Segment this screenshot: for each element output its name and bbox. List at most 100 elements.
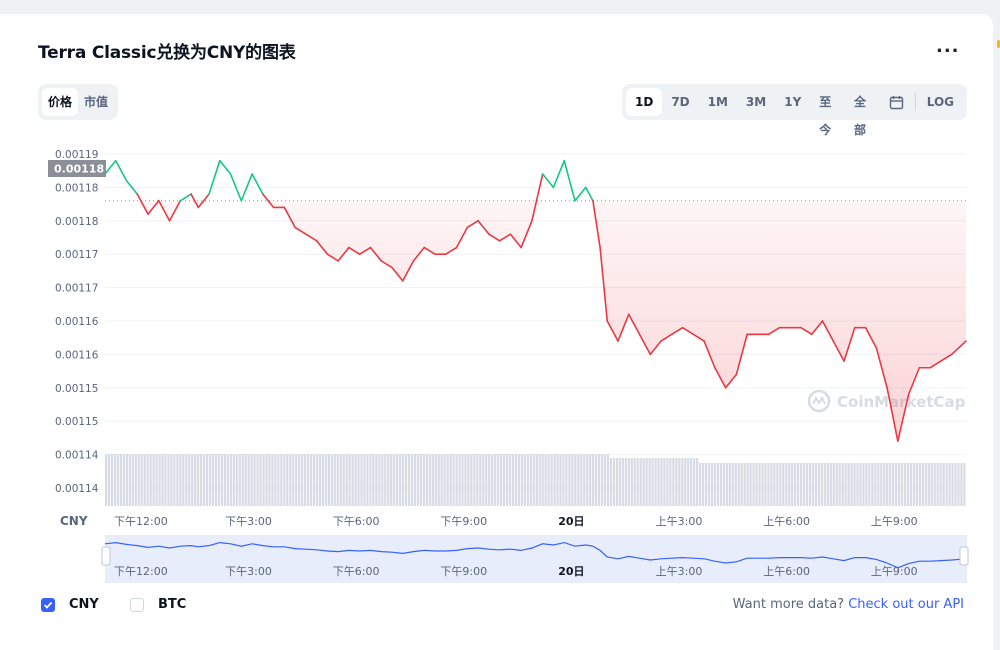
volume-bar [416, 454, 420, 506]
volume-bar [826, 463, 829, 506]
volume-bar [832, 463, 835, 506]
price-segment [219, 159, 232, 175]
legend-cny[interactable]: CNY [41, 597, 99, 612]
volume-bar [384, 454, 387, 506]
volume-bar [321, 454, 325, 506]
volume-bar [485, 454, 488, 506]
volume-bar [895, 463, 898, 506]
volume-bar [746, 463, 749, 506]
volume-bar [119, 454, 123, 506]
volume-bar [606, 454, 610, 506]
volume-bar [862, 463, 865, 506]
volume-bar [179, 454, 182, 506]
volume-bar [630, 458, 633, 506]
volume-bar [425, 454, 428, 506]
volume-bar [461, 454, 464, 506]
volume-bar [850, 463, 853, 506]
volume-bar [535, 454, 538, 506]
volume-bar [396, 454, 399, 506]
x-tick-label: 20日 [558, 515, 584, 528]
volume-bar [847, 463, 850, 506]
volume-bar [271, 454, 274, 506]
volume-bar [105, 454, 108, 506]
volume-bar [963, 463, 966, 506]
volume-bar [312, 454, 316, 506]
volume-bar [324, 454, 327, 506]
legend-btc[interactable]: BTC [130, 597, 186, 612]
navigator-tick-label: 下午3:00 [225, 565, 272, 578]
volume-bars [105, 454, 966, 506]
volume-bar [743, 463, 746, 506]
volume-bar [568, 454, 571, 506]
volume-bar [927, 463, 930, 506]
volume-bar [583, 454, 586, 506]
volume-bar [580, 454, 583, 506]
volume-bar [889, 463, 892, 506]
volume-bar [532, 454, 535, 506]
volume-bar [802, 463, 806, 506]
y-tick-label: 0.00117 [55, 249, 98, 261]
volume-bar [173, 454, 176, 506]
volume-bar [951, 463, 954, 506]
volume-bar [303, 454, 307, 506]
volume-bar [188, 454, 191, 506]
volume-bar [877, 463, 880, 506]
volume-bar [247, 454, 250, 506]
volume-bar [856, 463, 859, 506]
navigator-tick-label: 下午9:00 [440, 565, 487, 578]
volume-bar [229, 454, 232, 506]
x-tick-label: 下午12:00 [114, 515, 168, 528]
volume-bar [600, 454, 604, 506]
navigator-right-handle[interactable] [959, 546, 969, 566]
y-tick-label: 0.00117 [55, 283, 98, 295]
api-promo: Want more data? Check out our API [733, 597, 964, 612]
volume-bar [372, 454, 375, 506]
volume-bar [838, 463, 841, 506]
volume-bar [770, 463, 773, 506]
volume-bar [143, 454, 146, 506]
volume-bar [327, 454, 330, 506]
navigator-tick-label: 上午9:00 [871, 565, 918, 578]
volume-bar [345, 454, 348, 506]
volume-bar [880, 463, 883, 506]
volume-bar [823, 463, 826, 506]
volume-bar [758, 463, 761, 506]
volume-bar [592, 454, 595, 506]
volume-bar [381, 454, 384, 506]
volume-bar [348, 454, 351, 506]
volume-bar [494, 454, 497, 506]
volume-bar [942, 463, 945, 506]
volume-bar [544, 454, 547, 506]
volume-bar [315, 454, 319, 506]
volume-bar [280, 454, 283, 506]
volume-bar [185, 454, 188, 506]
api-link[interactable]: Check out our API [848, 597, 964, 612]
volume-bar [318, 454, 322, 506]
checkbox-checked-icon[interactable] [41, 597, 55, 612]
volume-bar [752, 463, 755, 506]
volume-bar [577, 454, 580, 506]
volume-bar [268, 454, 271, 506]
volume-bar [571, 454, 574, 506]
volume-bar [131, 454, 134, 506]
volume-bar [740, 463, 743, 506]
navigator-left-handle[interactable] [101, 546, 111, 566]
volume-bar [886, 463, 889, 506]
volume-bar [553, 454, 556, 506]
volume-bar [375, 454, 378, 506]
price-segment [104, 159, 117, 175]
volume-bar [205, 454, 209, 506]
volume-bar [452, 454, 455, 506]
volume-bar [122, 454, 126, 506]
volume-bar [767, 463, 770, 506]
volume-bar [107, 454, 111, 506]
volume-bar [892, 463, 895, 506]
volume-bar [223, 454, 226, 506]
volume-bar [369, 454, 372, 506]
checkbox-unchecked-icon[interactable] [130, 597, 144, 612]
volume-bar [701, 463, 705, 506]
volume-bar [559, 454, 562, 506]
volume-bar [960, 463, 963, 506]
volume-bar [203, 454, 206, 506]
volume-bar [636, 458, 639, 506]
